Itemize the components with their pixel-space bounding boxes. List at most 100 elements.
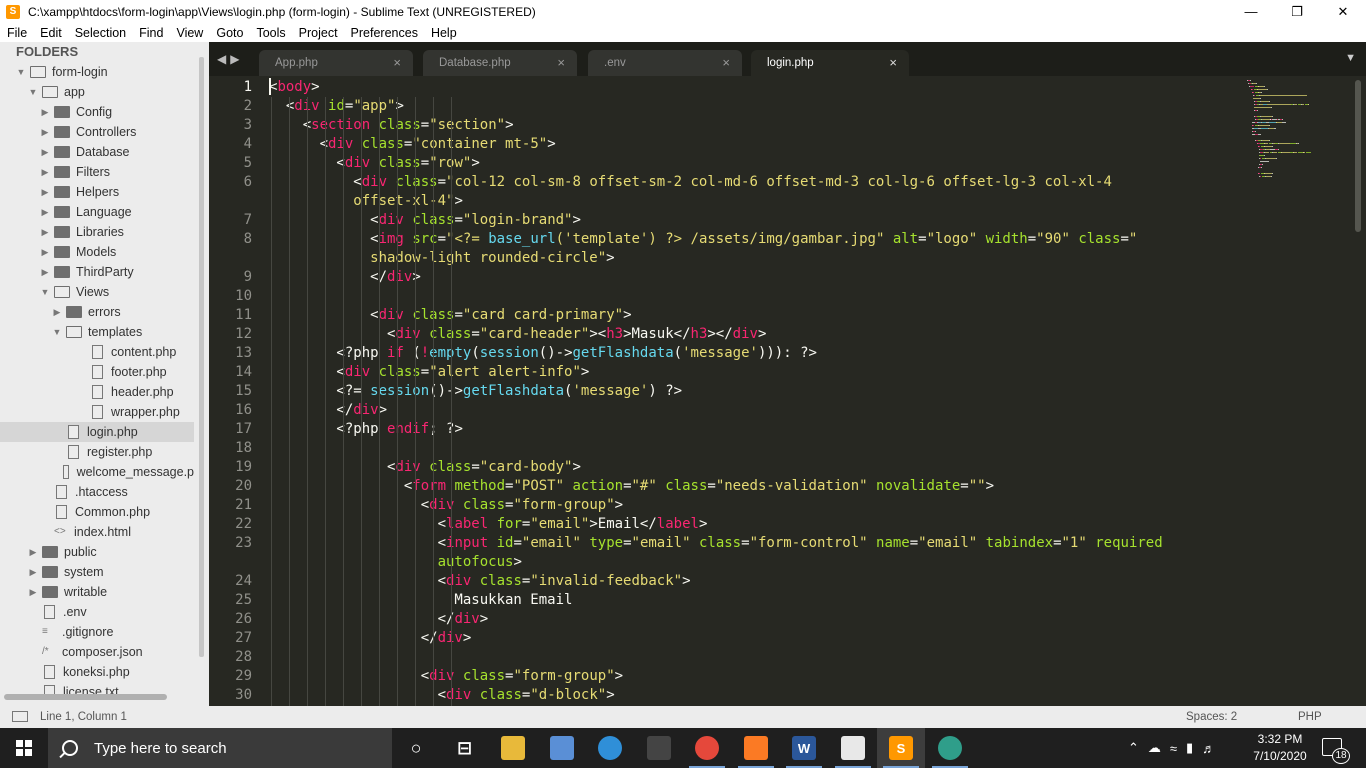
collapsed-arrow-icon[interactable]: ▶ (40, 107, 50, 118)
taskbar-virtualbox-button[interactable] (538, 728, 586, 768)
close-icon[interactable]: ✕ (1320, 0, 1366, 23)
tree-item[interactable]: Common.php (0, 502, 194, 522)
tree-item[interactable]: register.php (0, 442, 194, 462)
battery-icon[interactable]: ▮ (1186, 740, 1193, 756)
menu-item-preferences[interactable]: Preferences (344, 26, 424, 40)
volume-icon[interactable]: ♬ (1202, 741, 1215, 756)
tab-close-icon[interactable]: × (393, 55, 401, 70)
collapsed-arrow-icon[interactable]: ▶ (52, 307, 62, 318)
taskbar-search-box[interactable]: Type here to search (48, 728, 392, 768)
tab-close-icon[interactable]: × (722, 55, 730, 70)
panel-toggle-icon[interactable] (12, 711, 28, 722)
tree-item[interactable]: footer.php (0, 362, 194, 382)
menu-item-tools[interactable]: Tools (249, 26, 291, 40)
tree-item[interactable]: login.php (0, 422, 194, 442)
code-editor[interactable]: 1 2 3 4 5 6 7 8 9 10 11 12 13 14 15 16 17 18 19 20 21 22 23 24 2… (209, 76, 1366, 706)
maximize-icon[interactable]: ❐ (1274, 0, 1320, 23)
tree-item[interactable]: ▼ Views (0, 282, 194, 302)
tab-dropdown-icon[interactable]: ▼ (1345, 52, 1356, 64)
editor-vertical-scrollbar[interactable] (1352, 76, 1364, 706)
menu-item-goto[interactable]: Goto (209, 26, 249, 40)
editor-scroll-thumb[interactable] (1355, 80, 1361, 232)
menu-item-project[interactable]: Project (292, 26, 344, 40)
collapsed-arrow-icon[interactable]: ▶ (40, 127, 50, 138)
tree-item[interactable]: ▶ public (0, 542, 194, 562)
sidebar-vertical-scrollbar[interactable] (199, 57, 204, 657)
tab-close-icon[interactable]: × (889, 55, 897, 70)
collapsed-arrow-icon[interactable]: ▶ (28, 567, 38, 578)
taskbar-task-view-button[interactable]: ○ (392, 728, 440, 768)
menu-item-file[interactable]: File (0, 26, 33, 40)
collapsed-arrow-icon[interactable]: ▶ (40, 147, 50, 158)
tree-item[interactable]: welcome_message.p (0, 462, 194, 482)
tree-item[interactable]: wrapper.php (0, 402, 194, 422)
collapsed-arrow-icon[interactable]: ▶ (40, 227, 50, 238)
tree-item[interactable]: ▶ ThirdParty (0, 262, 194, 282)
tree-item[interactable]: ▶ Controllers (0, 122, 194, 142)
taskbar-chrome-button[interactable] (683, 728, 731, 768)
tree-item[interactable]: ▼ app (0, 82, 194, 102)
wifi-icon[interactable]: ≈ (1170, 741, 1177, 756)
tree-item[interactable]: ▶ Libraries (0, 222, 194, 242)
sidebar-horizontal-scrollbar[interactable] (4, 694, 167, 700)
menu-item-edit[interactable]: Edit (33, 26, 68, 40)
tree-item[interactable]: koneksi.php (0, 662, 194, 682)
tree-item[interactable]: /* composer.json (0, 642, 194, 662)
tree-item[interactable]: ▶ writable (0, 582, 194, 602)
tab-database-php[interactable]: Database.php × (423, 50, 577, 76)
expanded-arrow-icon[interactable]: ▼ (52, 327, 62, 337)
menu-item-help[interactable]: Help (424, 26, 463, 40)
expanded-arrow-icon[interactable]: ▼ (16, 67, 26, 77)
collapsed-arrow-icon[interactable]: ▶ (28, 547, 38, 558)
tree-item[interactable]: ▶ Filters (0, 162, 194, 182)
tree-item[interactable]: content.php (0, 342, 194, 362)
collapsed-arrow-icon[interactable]: ▶ (40, 167, 50, 178)
tree-item[interactable]: ▶ Language (0, 202, 194, 222)
taskbar-file-explorer-button[interactable] (489, 728, 537, 768)
minimize-icon[interactable]: — (1228, 0, 1274, 23)
expanded-arrow-icon[interactable]: ▼ (28, 87, 38, 97)
collapsed-arrow-icon[interactable]: ▶ (28, 587, 38, 598)
tree-item[interactable]: ▶ errors (0, 302, 194, 322)
indentation-setting[interactable]: Spaces: 2 (1186, 711, 1237, 723)
tree-item[interactable]: <> index.html (0, 522, 194, 542)
syntax-setting[interactable]: PHP (1298, 711, 1322, 723)
taskbar-xampp-button[interactable] (732, 728, 780, 768)
tab-close-icon[interactable]: × (557, 55, 565, 70)
collapsed-arrow-icon[interactable]: ▶ (40, 267, 50, 278)
tab-env[interactable]: .env × (588, 50, 742, 76)
collapsed-arrow-icon[interactable]: ▶ (40, 247, 50, 258)
taskbar-edge-button[interactable] (586, 728, 634, 768)
tab-app-php[interactable]: App.php × (259, 50, 413, 76)
tree-item[interactable]: ▶ Models (0, 242, 194, 262)
taskbar-store-button[interactable] (635, 728, 683, 768)
collapsed-arrow-icon[interactable]: ▶ (40, 187, 50, 198)
menu-item-view[interactable]: View (169, 26, 209, 40)
tree-item[interactable]: header.php (0, 382, 194, 402)
start-button[interactable] (0, 728, 48, 768)
taskbar-java-button[interactable] (829, 728, 877, 768)
collapsed-arrow-icon[interactable]: ▶ (40, 207, 50, 218)
taskbar-edge-2-button[interactable] (926, 728, 974, 768)
tree-item[interactable]: ▼ templates (0, 322, 194, 342)
tree-item[interactable]: .htaccess (0, 482, 194, 502)
tree-item[interactable]: ▶ Database (0, 142, 194, 162)
tree-item[interactable]: ▶ Config (0, 102, 194, 122)
show-hidden-icons-icon[interactable]: ⌃ (1128, 740, 1139, 756)
onedrive-icon[interactable]: ☁ (1148, 740, 1161, 756)
minimap[interactable] (1247, 76, 1347, 276)
tree-item[interactable]: .env (0, 602, 194, 622)
expanded-arrow-icon[interactable]: ▼ (40, 287, 50, 297)
taskbar-clock[interactable]: 3:32 PM 7/10/2020 (1250, 731, 1310, 765)
code-area[interactable]: <body> <div id="app"> <section class="se… (269, 76, 1249, 706)
tab-login-php[interactable]: login.php × (751, 50, 909, 76)
menu-item-find[interactable]: Find (132, 26, 169, 40)
taskbar-word-button[interactable]: W (780, 728, 828, 768)
taskbar-sublime-button[interactable]: S (877, 728, 925, 768)
tree-item[interactable]: ▼ form-login (0, 62, 194, 82)
tab-nav-arrows-icon[interactable]: ◀▶ (217, 52, 243, 66)
menu-item-selection[interactable]: Selection (68, 26, 132, 40)
tree-item[interactable]: ≡ .gitignore (0, 622, 194, 642)
tree-item[interactable]: ▶ Helpers (0, 182, 194, 202)
tree-item[interactable]: ▶ system (0, 562, 194, 582)
